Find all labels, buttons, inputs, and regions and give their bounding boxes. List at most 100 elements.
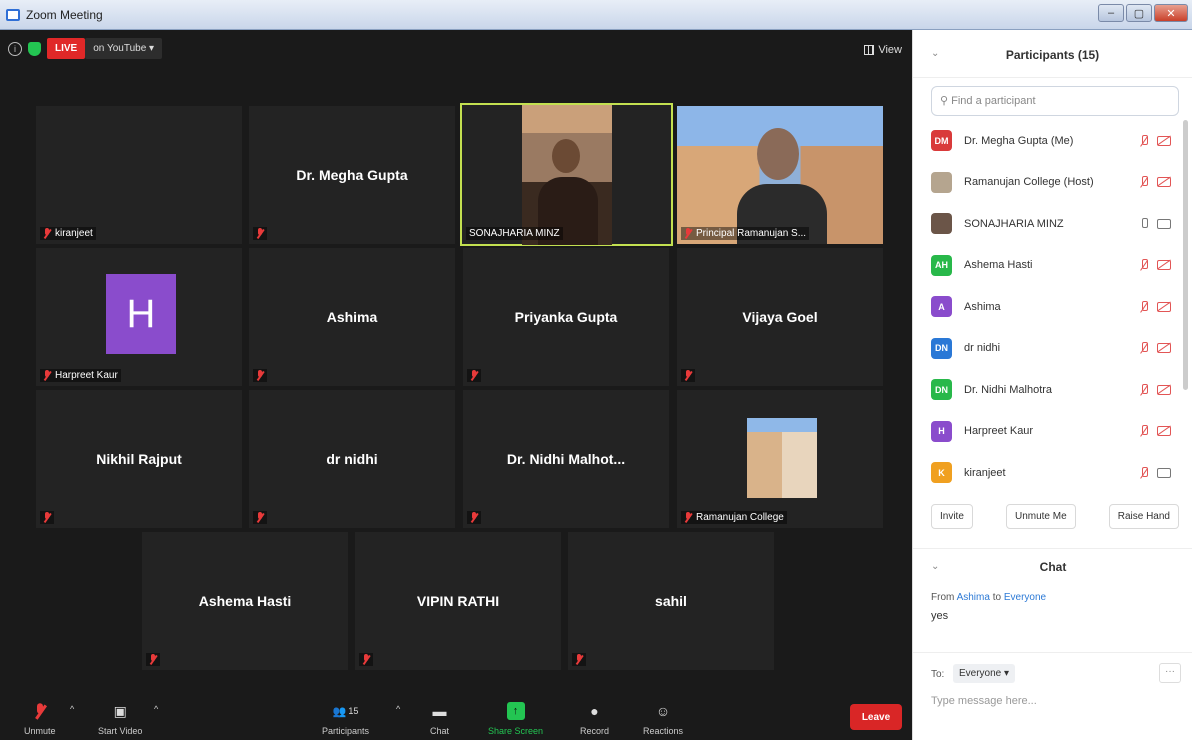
participant-row[interactable]: DN Dr. Nidhi Malhotra: [931, 369, 1179, 411]
participant-row[interactable]: AH Ashema Hasti: [931, 245, 1179, 287]
chat-from-prefix: From: [931, 592, 955, 603]
video-tile-vijaya[interactable]: Vijaya Goel: [677, 248, 883, 386]
tile-label: [467, 369, 481, 382]
mic-muted-icon: [149, 654, 157, 665]
video-tile-nikhil[interactable]: Nikhil Rajput: [36, 390, 242, 528]
participant-row[interactable]: SONAJHARIA MINZ: [931, 203, 1179, 245]
tile-label: [253, 227, 267, 240]
video-tile-priyanka[interactable]: Priyanka Gupta: [463, 248, 669, 386]
chat-sender[interactable]: Ashima: [957, 592, 990, 603]
meeting-area: i LIVE on YouTube ▾ View kiranjeet Dr. M…: [0, 30, 912, 740]
video-tile-vipin[interactable]: VIPIN RATHI: [355, 532, 561, 670]
message-input[interactable]: Type message here...: [931, 695, 1037, 707]
reactions-button[interactable]: ☺ Reactions: [643, 702, 683, 736]
participant-search-input[interactable]: ⚲ Find a participant: [931, 86, 1179, 116]
participant-name: Ashema Hasti: [964, 259, 1033, 272]
unmute-me-button[interactable]: Unmute Me: [1005, 504, 1076, 529]
share-screen-button[interactable]: ↑ Share Screen: [488, 702, 543, 736]
tile-label: SONAJHARIA MINZ: [466, 227, 563, 240]
mic-muted-icon: [470, 370, 478, 381]
mic-muted-icon: [470, 512, 478, 523]
participant-name: SONAJHARIA MINZ: [469, 228, 560, 239]
video-off-icon: [1157, 177, 1171, 188]
grid-icon: [864, 45, 875, 55]
meeting-toolbar: Unmute ^ ▣ Start Video ^ 👥 15 Participant…: [0, 690, 912, 740]
participant-row[interactable]: H Harpreet Kaur: [931, 411, 1179, 453]
video-tile-kiranjeet[interactable]: kiranjeet: [36, 106, 242, 244]
avatar: AH: [931, 254, 952, 276]
participant-status: [1139, 176, 1171, 188]
participant-row[interactable]: DN dr nidhi: [931, 328, 1179, 370]
mic-muted-icon: [256, 370, 264, 381]
tile-label: Harpreet Kaur: [40, 369, 121, 382]
video-tile-megha[interactable]: Dr. Megha Gupta: [249, 106, 455, 244]
participant-name: Dr. Nidhi Malhot...: [506, 451, 626, 467]
participants-options-caret[interactable]: ^: [396, 704, 400, 714]
invite-button[interactable]: Invite: [931, 504, 973, 529]
video-tile-nidhi-malhotra[interactable]: Dr. Nidhi Malhot...: [463, 390, 669, 528]
info-icon[interactable]: i: [8, 41, 22, 56]
video-tile-ashima[interactable]: Ashima: [249, 248, 455, 386]
share-screen-icon: ↑: [506, 702, 525, 720]
view-button[interactable]: View: [864, 44, 902, 56]
avatar: [931, 213, 952, 235]
minimize-button[interactable]: –: [1098, 4, 1124, 22]
video-tile-drnidhi[interactable]: dr nidhi: [249, 390, 455, 528]
record-icon: ●: [590, 703, 599, 719]
participant-status: [1139, 425, 1171, 437]
unmute-button[interactable]: Unmute: [24, 702, 56, 736]
video-tile-sahil[interactable]: sahil: [568, 532, 774, 670]
live-badge[interactable]: LIVE: [47, 38, 86, 59]
video-tile-ramanujan[interactable]: Ramanujan College: [677, 390, 883, 528]
mic-muted-icon: [1139, 134, 1149, 147]
leave-button[interactable]: Leave: [850, 704, 902, 730]
security-shield-icon[interactable]: [28, 41, 41, 56]
participant-name: sahil: [655, 593, 687, 609]
video-tile-principal[interactable]: Principal Ramanujan S...: [677, 106, 883, 244]
tile-label: [572, 653, 586, 666]
mic-muted-icon: [684, 370, 692, 381]
recipient-select[interactable]: Everyone ▾: [953, 664, 1016, 683]
avatar: DN: [931, 379, 952, 401]
chat-button[interactable]: ▬ Chat: [430, 702, 449, 736]
participant-name: dr nidhi: [964, 342, 1001, 355]
participant-row[interactable]: A Ashima: [931, 286, 1179, 328]
participant-name: Ramanujan College: [696, 512, 784, 523]
video-off-icon: [1157, 260, 1171, 271]
chat-message-header: From Ashima to Everyone: [931, 592, 1046, 603]
participant-status: [1139, 342, 1171, 354]
participant-list: DM Dr. Megha Gupta (Me) Ramanujan College …: [931, 120, 1179, 494]
video-tile-ashema[interactable]: Ashema Hasti: [142, 532, 348, 670]
participant-row[interactable]: Kkiranjeet: [931, 452, 1179, 494]
tile-label: [681, 369, 695, 382]
avatar: DN: [931, 337, 952, 359]
maximize-button[interactable]: ▢: [1126, 4, 1152, 22]
mic-muted-icon: [43, 512, 51, 523]
chat-recipient[interactable]: Everyone: [1004, 592, 1046, 603]
avatar: H: [106, 274, 176, 354]
video-options-caret[interactable]: ^: [154, 704, 158, 714]
participants-header: ⌄ Participants (15): [913, 30, 1192, 78]
participant-video: [677, 106, 883, 244]
participant-row[interactable]: DM Dr. Megha Gupta (Me): [931, 120, 1179, 162]
participants-label: Participants: [322, 726, 370, 736]
mic-muted-icon: [43, 228, 51, 239]
video-off-icon: [1157, 343, 1171, 354]
record-button[interactable]: ● Record: [580, 702, 609, 736]
video-tile-sonajharia[interactable]: SONAJHARIA MINZ: [460, 103, 673, 246]
close-button[interactable]: ✕: [1154, 4, 1188, 22]
participant-list-scrollbar[interactable]: [1183, 120, 1188, 390]
more-options-button[interactable]: ···: [1159, 663, 1181, 683]
mic-muted-icon: [1139, 383, 1149, 396]
raise-hand-button[interactable]: Raise Hand: [1108, 504, 1179, 529]
participant-row[interactable]: Ramanujan College (Host): [931, 162, 1179, 204]
participant-name: Nikhil Rajput: [96, 451, 182, 467]
start-video-button[interactable]: ▣ Start Video: [98, 702, 142, 737]
audio-options-caret[interactable]: ^: [70, 704, 74, 714]
youtube-dropdown[interactable]: on YouTube ▾: [85, 38, 163, 59]
video-tile-harpreet[interactable]: H Harpreet Kaur: [36, 248, 242, 386]
participants-button[interactable]: 👥 15 Participants: [322, 702, 370, 737]
tile-label: Ramanujan College: [681, 511, 787, 524]
video-icon: [1157, 467, 1171, 478]
mic-muted-icon: [256, 512, 264, 523]
